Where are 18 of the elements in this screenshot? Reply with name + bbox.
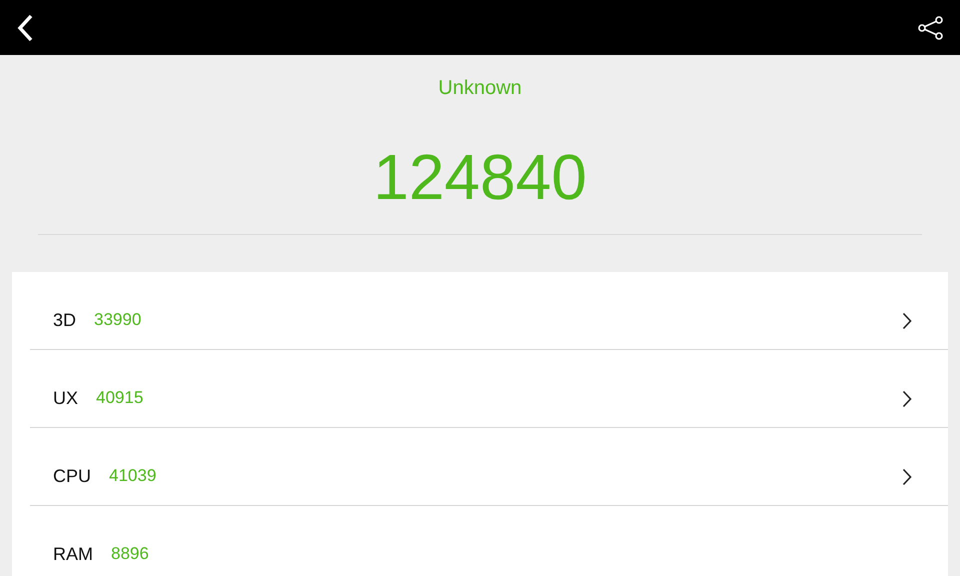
result-label: CPU [53, 465, 92, 488]
result-label: 3D [53, 309, 76, 332]
result-label: RAM [53, 543, 93, 566]
result-score: 33990 [94, 309, 142, 331]
result-row[interactable]: 3D 33990 [30, 272, 948, 350]
result-label: UX [53, 387, 78, 410]
result-score: 41039 [109, 465, 156, 487]
total-score: 124840 [373, 142, 587, 212]
result-row[interactable]: CPU 41039 [30, 428, 948, 506]
chevron-icon [902, 468, 912, 486]
back-button[interactable] [16, 14, 34, 42]
device-name: Unknown [438, 76, 522, 100]
share-button[interactable] [918, 16, 944, 40]
result-row[interactable]: UX 40915 [30, 350, 948, 428]
chevron-icon [902, 390, 912, 408]
chevron-icon [902, 312, 912, 330]
result-score: 8896 [111, 543, 149, 565]
result-score: 40915 [96, 387, 144, 409]
